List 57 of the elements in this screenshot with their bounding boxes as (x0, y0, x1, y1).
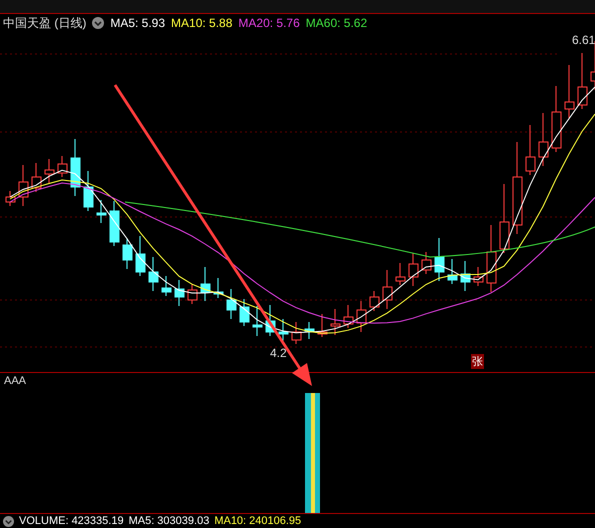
ma-value: MA20: 5.76 (238, 16, 300, 30)
candlestick (136, 236, 146, 276)
candlestick (278, 318, 288, 344)
dropdown-icon[interactable] (3, 516, 14, 526)
ma-value: MA10: 5.88 (171, 16, 232, 30)
candlestick (370, 290, 380, 312)
low-price-label: 4.2 (270, 346, 287, 360)
stock-title: 中国天盈 (日线) (3, 14, 86, 32)
candlestick (344, 304, 354, 328)
candlestick (538, 112, 548, 166)
candlestick (214, 278, 224, 298)
candlestick (434, 238, 444, 282)
dropdown-icon[interactable] (92, 17, 104, 29)
candlestick (448, 258, 458, 284)
candlestick (70, 138, 80, 196)
candlestick (84, 170, 94, 212)
volume-value: MA5: 303039.03 (128, 515, 210, 527)
candlestick (292, 322, 302, 344)
candlestick (304, 322, 314, 340)
candlestick (6, 190, 16, 206)
volume-value: MA10: 240106.95 (214, 515, 302, 527)
candlestick (174, 280, 184, 306)
candlestick (162, 276, 172, 296)
candlestick (474, 266, 484, 286)
candlestick (500, 184, 510, 254)
candlestick (578, 52, 588, 110)
ma-value: MA5: 5.93 (110, 16, 166, 30)
candlestick (396, 262, 406, 286)
candlestick (486, 224, 496, 292)
candlestick (32, 162, 42, 192)
ma-value: MA60: 5.62 (306, 16, 368, 30)
candlestick (58, 156, 68, 178)
candlestick (18, 164, 28, 206)
candlestick (460, 260, 470, 292)
candlestick (318, 314, 328, 338)
candlestick (552, 86, 562, 152)
high-price-label: 6.61 (572, 33, 595, 47)
volume-value: VOLUME: 423335.19 (19, 515, 124, 527)
candlestick (408, 252, 418, 286)
candlestick (188, 284, 198, 304)
candlestick (330, 308, 340, 336)
signal-badge: 张 (471, 354, 484, 369)
candlestick (356, 300, 366, 332)
candlestick (564, 64, 574, 118)
candlestick (148, 256, 158, 292)
candlestick (122, 238, 132, 270)
candlestick (96, 200, 106, 224)
candlestick (382, 270, 392, 310)
candlestick (110, 200, 120, 246)
candlestick (44, 158, 54, 184)
candlestick (422, 252, 432, 274)
indicator-name: AAA (3, 374, 28, 387)
candlestick (252, 306, 262, 336)
candlestick (226, 288, 236, 320)
candlestick (240, 298, 250, 326)
candlestick (200, 266, 210, 302)
candlestick (526, 124, 536, 176)
